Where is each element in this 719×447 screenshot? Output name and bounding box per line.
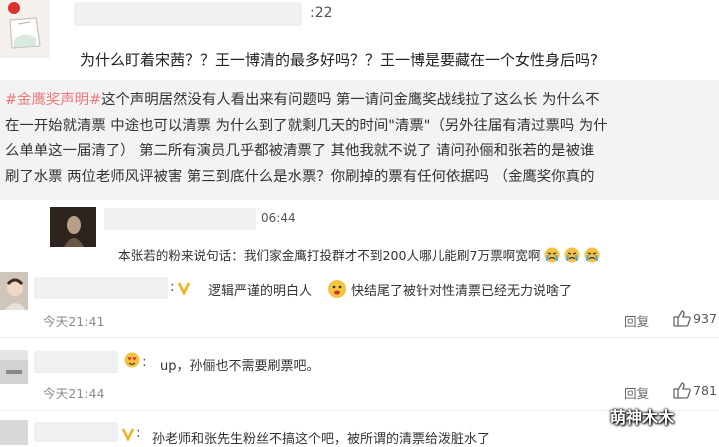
watermark-text: 萌神木木 [610,408,675,427]
username-redacted [34,277,168,299]
post-time: :22 [310,5,333,21]
avatar-image [0,272,28,310]
sticker-image [8,2,41,49]
username-redacted [74,2,302,26]
post-line: 在一开始就清票 中途也可以清票 为什么到了就剩几天的时间"清票"（另外往届有清过… [5,117,608,134]
avatar[interactable] [0,350,28,384]
comment-text: up，孙俪也不需要刷票吧。 [160,359,320,374]
avatar[interactable] [0,272,28,310]
post-2: #金鹰奖声明#这个声明居然没有人看出来有问题吗 第一请问金鹰奖战线拉了这么长 为… [0,80,719,200]
post-text: 本张若的粉来说句话：我们家金鹰打投群才不到200人哪儿能刷7万票啊宽啊 [118,245,600,266]
hashtag-link[interactable]: #金鹰奖声明# [5,92,101,108]
avatar-image [50,207,96,247]
comment-time: 今天21:41 [43,314,105,329]
reply-button[interactable]: 回复 [624,383,649,402]
v-badge-icon [177,280,191,299]
colon-separator: : [170,279,175,295]
avatar[interactable] [0,0,50,58]
post-line: 刷了水票 两位老师风评被害 第三到底什么是水票？你刷掉的票有任何依据吗 （金鹰奖… [5,168,595,185]
divider [0,337,719,338]
heart-eyes-emoji-icon [124,352,140,372]
post-text-content: 本张若的粉来说句话：我们家金鹰打投群才不到200人哪儿能刷7万票啊宽啊 [118,248,541,263]
username-redacted [34,422,118,442]
watermark: 萌神木木 [610,404,674,428]
comment-text: 孙老师和张先生粉丝不搞这个吧，被所谓的清票给泼脏水了 [152,432,491,447]
colon-separator: : [136,425,141,441]
avatar[interactable] [50,207,96,247]
like-count: 937 [693,311,718,326]
thumbs-up-icon[interactable] [673,382,691,403]
username-redacted [34,351,118,373]
post-text: 为什么盯着宋茜？？王一博清的最多好吗？？王一博是要藏在一个女性身后吗? [80,51,598,69]
avatar[interactable] [0,420,28,445]
laugh-emoji-icon [327,279,347,303]
username-redacted [104,208,256,230]
v-badge-icon [121,426,135,445]
reply-button[interactable]: 回复 [624,311,649,330]
thumbs-up-icon[interactable] [673,310,691,331]
like-count: 781 [693,383,718,398]
comment-text: 逻辑严谨的明白人 [208,284,313,299]
colon-separator: : [142,354,147,370]
post-body: #金鹰奖声明#这个声明居然没有人看出来有问题吗 第一请问金鹰奖战线拉了这么长 为… [5,88,717,190]
crying-emoji-icon [544,247,600,266]
comment-text: 快结尾了被针对性清票已经无力说啥了 [351,284,573,299]
comment-time: 今天21:44 [43,386,105,401]
avatar-image [0,350,28,384]
post-line: 这个声明居然没有人看出来有问题吗 第一请问金鹰奖战线拉了这么长 为什么不 [101,92,600,108]
post-line: 么单单这一届清了） 第二所有演员几乎都被清票了 其他我就不说了 请问孙俪和张若的… [5,143,595,159]
post-time: 06:44 [261,211,296,225]
